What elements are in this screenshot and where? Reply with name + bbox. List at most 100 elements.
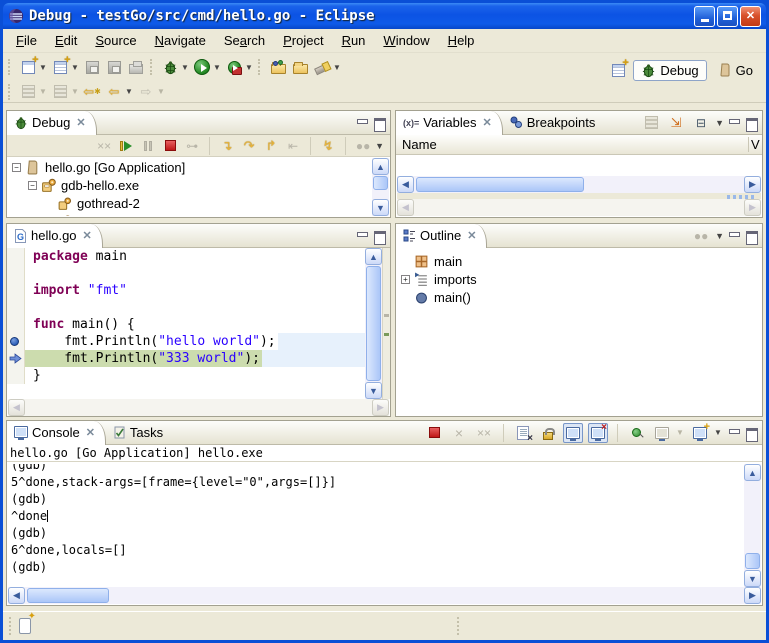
- scroll-left-icon[interactable]: ◀: [397, 176, 414, 193]
- maximize-view-button[interactable]: [372, 117, 386, 129]
- menu-window[interactable]: Window: [374, 30, 438, 51]
- tree-item[interactable]: [8, 212, 372, 216]
- fast-view-icon[interactable]: [19, 618, 31, 634]
- code-line[interactable]: [7, 299, 365, 316]
- close-icon[interactable]: ✕: [83, 229, 92, 242]
- external-tools-button[interactable]: [224, 57, 244, 77]
- console-hscrollbar[interactable]: ◀ ▶: [8, 587, 761, 604]
- step-over-button[interactable]: ↷: [240, 137, 258, 155]
- view-menu-chevron-icon[interactable]: ▼: [375, 141, 384, 151]
- perspective-go-button[interactable]: Go: [711, 61, 760, 80]
- use-step-filters-button[interactable]: ↯: [319, 137, 337, 155]
- close-icon[interactable]: ✕: [86, 426, 95, 439]
- breakpoint-icon[interactable]: [7, 333, 25, 350]
- tab-console[interactable]: Console ✕: [7, 421, 106, 445]
- add-global-variables-button[interactable]: ⇲: [666, 113, 686, 133]
- perspective-debug-button[interactable]: Debug: [633, 60, 706, 81]
- editor-vscrollbar[interactable]: ▲ ▼: [365, 248, 382, 399]
- back-dropdown-icon[interactable]: ▼: [125, 87, 133, 96]
- show-stderr-button[interactable]: [588, 423, 608, 443]
- open-folder-button[interactable]: [290, 57, 310, 77]
- minimize-view-button[interactable]: [727, 427, 741, 439]
- code-line[interactable]: fmt.Println("333 world");: [7, 350, 365, 367]
- debug-dropdown-icon[interactable]: ▼: [181, 63, 189, 72]
- collapse-all-button[interactable]: ⊟: [691, 113, 711, 133]
- step-into-button[interactable]: ↴: [218, 137, 236, 155]
- open-project-button[interactable]: [268, 57, 288, 77]
- maximize-view-button[interactable]: [744, 230, 758, 242]
- code-line[interactable]: }: [7, 367, 365, 384]
- view-menu-chevron-icon[interactable]: ▼: [715, 118, 724, 128]
- maximize-button[interactable]: [717, 6, 738, 27]
- menu-file[interactable]: File: [7, 30, 46, 51]
- instruction-pointer-icon[interactable]: [7, 350, 25, 367]
- tree-expander-icon[interactable]: −: [28, 181, 37, 190]
- gutter[interactable]: [7, 248, 25, 265]
- gutter[interactable]: [7, 316, 25, 333]
- code-line[interactable]: fmt.Println("hello world");: [7, 333, 365, 350]
- close-icon[interactable]: ✕: [467, 229, 476, 242]
- tree-item[interactable]: −gdb-hello.exe: [8, 176, 372, 194]
- new-project-button[interactable]: [50, 57, 70, 77]
- minimize-view-button[interactable]: [727, 230, 741, 242]
- run-button[interactable]: [192, 57, 212, 77]
- close-icon[interactable]: ✕: [76, 116, 85, 129]
- maximize-view-button[interactable]: [744, 427, 758, 439]
- minimize-view-button[interactable]: [355, 117, 369, 129]
- scroll-down-icon[interactable]: ▼: [365, 382, 382, 399]
- console-vscrollbar[interactable]: ▲ ▼: [744, 464, 761, 587]
- clear-console-button[interactable]: [513, 423, 533, 443]
- minimize-button[interactable]: [694, 6, 715, 27]
- column-name[interactable]: Name: [396, 137, 748, 152]
- code-line[interactable]: package main: [7, 248, 365, 265]
- scroll-down-icon[interactable]: ▼: [372, 199, 389, 216]
- next-annotation-button[interactable]: [18, 82, 38, 102]
- scroll-up-icon[interactable]: ▲: [744, 464, 761, 481]
- toolbar-drag-handle[interactable]: [8, 84, 12, 100]
- toolbar-drag-handle[interactable]: [8, 59, 12, 75]
- menu-help[interactable]: Help: [439, 30, 484, 51]
- resume-button[interactable]: [117, 137, 135, 155]
- gutter[interactable]: [7, 299, 25, 316]
- pin-console-button[interactable]: [627, 423, 647, 443]
- open-console-button[interactable]: [690, 423, 710, 443]
- gutter[interactable]: [7, 282, 25, 299]
- code-line[interactable]: [7, 265, 365, 282]
- view-menu-chevron-icon[interactable]: ▼: [715, 231, 724, 241]
- open-console-dropdown-icon[interactable]: ▼: [714, 428, 722, 437]
- column-value[interactable]: V: [748, 137, 762, 152]
- tab-variables[interactable]: (x)= Variables ✕: [396, 111, 503, 135]
- tab-breakpoints[interactable]: Breakpoints: [503, 111, 606, 135]
- menu-source[interactable]: Source: [86, 30, 145, 51]
- variables-hscrollbar[interactable]: ◀ ▶: [397, 176, 761, 193]
- code-line[interactable]: import "fmt": [7, 282, 365, 299]
- search-button[interactable]: [312, 57, 332, 77]
- new-project-dropdown-icon[interactable]: ▼: [71, 63, 79, 72]
- menu-search[interactable]: Search: [215, 30, 274, 51]
- code-line[interactable]: func main() {: [7, 316, 365, 333]
- gutter[interactable]: [7, 265, 25, 282]
- scroll-right-icon[interactable]: ▶: [744, 176, 761, 193]
- tab-outline[interactable]: Outline ✕: [396, 224, 487, 248]
- last-edit-location-button[interactable]: ⇦: [82, 82, 102, 102]
- scroll-left-icon[interactable]: ◀: [8, 587, 25, 604]
- debug-toolbar-button[interactable]: [160, 57, 180, 77]
- outline-tree[interactable]: main+importsmain(): [397, 252, 761, 415]
- scroll-right-icon[interactable]: ▶: [744, 587, 761, 604]
- run-dropdown-icon[interactable]: ▼: [213, 63, 221, 72]
- show-stdout-button[interactable]: [563, 423, 583, 443]
- close-icon[interactable]: ✕: [483, 116, 492, 129]
- new-dropdown-icon[interactable]: ▼: [39, 63, 47, 72]
- toolbar-drag-handle[interactable]: [258, 59, 262, 75]
- open-perspective-button[interactable]: [608, 60, 628, 80]
- maximize-view-button[interactable]: [744, 117, 758, 129]
- terminate-console-button[interactable]: [424, 423, 444, 443]
- tree-item[interactable]: +imports: [397, 270, 761, 288]
- search-dropdown-icon[interactable]: ▼: [333, 63, 341, 72]
- gutter[interactable]: [7, 367, 25, 384]
- maximize-view-button[interactable]: [372, 230, 386, 242]
- previous-annotation-button[interactable]: [50, 82, 70, 102]
- menu-edit[interactable]: Edit: [46, 30, 86, 51]
- tab-tasks[interactable]: Tasks: [106, 421, 173, 445]
- minimize-view-button[interactable]: [355, 230, 369, 242]
